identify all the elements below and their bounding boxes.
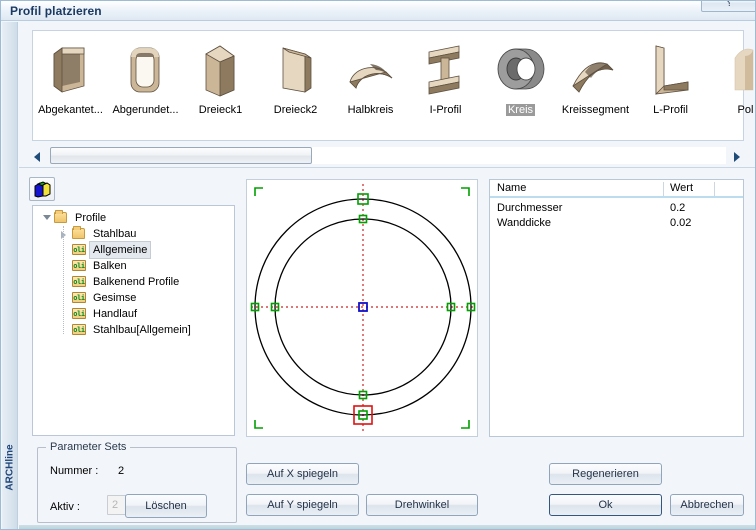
nummer-label: Nummer : bbox=[50, 465, 99, 477]
l-angle-profile-icon bbox=[640, 38, 702, 100]
gallery-item-dreieck1[interactable]: Dreieck1 bbox=[183, 31, 258, 140]
gallery-item-label: Pol bbox=[737, 104, 754, 116]
column-divider[interactable] bbox=[663, 182, 664, 196]
expander-spacer bbox=[57, 290, 71, 306]
property-name: Durchmesser bbox=[497, 202, 563, 214]
gallery-item-pol[interactable]: Pol bbox=[708, 31, 756, 140]
ok-button[interactable]: Ok bbox=[549, 494, 662, 516]
cancel-button[interactable]: Abbrechen bbox=[670, 494, 744, 516]
property-grid[interactable]: Name Wert Durchmesser 0.2 Wanddicke 0.02 bbox=[489, 179, 744, 437]
brand-strip: ARCHline bbox=[2, 22, 18, 529]
gallery-item-abgekantet[interactable]: Abgekantet... bbox=[33, 31, 108, 140]
expander-closed-icon[interactable] bbox=[57, 226, 71, 242]
expander-spacer bbox=[57, 274, 71, 290]
profile-preview-drawing bbox=[250, 184, 476, 432]
i-beam-profile-icon bbox=[415, 38, 477, 100]
profile-icon: oli bbox=[72, 292, 86, 303]
profile-icon: oli bbox=[72, 260, 86, 271]
semicircle-profile-icon bbox=[340, 38, 402, 100]
gallery-item-label: L-Profil bbox=[653, 104, 688, 116]
tree-item-label: Balken bbox=[93, 260, 127, 272]
expander-spacer bbox=[57, 306, 71, 322]
gallery-item-kreis[interactable]: Kreis bbox=[483, 31, 558, 140]
profile-gallery-strip: Abgekantet... Abgerundet... Dreieck1 Dreiec… bbox=[33, 31, 753, 140]
scrollbar-thumb[interactable] bbox=[50, 147, 312, 164]
tree-item-label: Stahlbau bbox=[93, 228, 137, 240]
tree-item-label: Handlauf bbox=[93, 308, 138, 320]
expander-spacer bbox=[57, 242, 71, 258]
gallery-item-label: Halbkreis bbox=[347, 104, 394, 116]
gallery-item-label: Dreieck2 bbox=[273, 104, 318, 116]
gallery-item-label: Kreis bbox=[505, 104, 536, 116]
property-row[interactable]: Wanddicke 0.02 bbox=[490, 217, 743, 232]
tree-item-label: Profile bbox=[75, 212, 107, 224]
triangle2-profile-icon bbox=[265, 38, 327, 100]
profile-tree[interactable]: Profile Stahlbau oli Allgemeine oli Balken oli… bbox=[32, 205, 235, 436]
gallery-item-label: Kreissegment bbox=[561, 104, 630, 116]
library-button[interactable] bbox=[29, 177, 55, 201]
circle-segment-profile-icon bbox=[565, 38, 627, 100]
gallery-item-label: Abgerundet... bbox=[112, 104, 179, 116]
scroll-right-arrow-icon[interactable] bbox=[730, 149, 744, 163]
expander-spacer bbox=[57, 258, 71, 274]
property-name: Wanddicke bbox=[497, 217, 552, 229]
gallery-item-i-profil[interactable]: I-Profil bbox=[408, 31, 483, 140]
gallery-item-dreieck2[interactable]: Dreieck2 bbox=[258, 31, 333, 140]
tree-item-label: Allgemeine bbox=[88, 241, 152, 259]
profil-platzieren-dialog: Profil platzieren ⸮ ARCHline Abgekantet.… bbox=[0, 0, 756, 530]
section-divider bbox=[19, 167, 755, 168]
gallery-item-halbkreis[interactable]: Halbkreis bbox=[333, 31, 408, 140]
expander-open-icon[interactable] bbox=[39, 210, 53, 226]
circle-tube-profile-icon bbox=[490, 38, 552, 100]
gallery-item-abgerundet[interactable]: Abgerundet... bbox=[108, 31, 183, 140]
folder-icon bbox=[71, 226, 87, 241]
profile-icon: oli bbox=[72, 308, 86, 319]
nummer-value: 2 bbox=[118, 465, 125, 477]
folder-icon bbox=[53, 210, 69, 225]
profile-icon: oli bbox=[72, 244, 86, 255]
window-extra-button[interactable]: ⸮ bbox=[701, 1, 755, 12]
gallery-item-label: Abgekantet... bbox=[38, 104, 103, 116]
rotation-angle-button[interactable]: Drehwinkel bbox=[366, 494, 478, 516]
expander-spacer bbox=[57, 322, 71, 338]
polygon-profile-icon bbox=[715, 38, 756, 100]
scroll-left-arrow-icon[interactable] bbox=[32, 149, 46, 163]
tree-guide-line bbox=[63, 226, 64, 334]
gallery-item-label: I-Profil bbox=[429, 104, 462, 116]
tree-item-label: Stahlbau[Allgemein] bbox=[93, 324, 191, 336]
box-chamfered-profile-icon bbox=[40, 38, 102, 100]
property-value[interactable]: 0.2 bbox=[670, 202, 685, 214]
profile-gallery[interactable]: Abgekantet... Abgerundet... Dreieck1 Dreiec… bbox=[32, 30, 753, 141]
gallery-item-l-profil[interactable]: L-Profil bbox=[633, 31, 708, 140]
profile-icon: oli bbox=[72, 276, 86, 287]
column-header-wert: Wert bbox=[670, 182, 694, 194]
title-bar: Profil platzieren bbox=[1, 1, 755, 21]
tree-item-label: Gesimse bbox=[93, 292, 137, 304]
library-books-icon bbox=[34, 181, 51, 198]
property-row[interactable]: Durchmesser 0.2 bbox=[490, 202, 743, 217]
property-value[interactable]: 0.02 bbox=[670, 217, 691, 229]
tree-item-label: Balkenend Profile bbox=[93, 276, 180, 288]
aktiv-label: Aktiv : bbox=[50, 501, 80, 513]
property-grid-header: Name Wert bbox=[490, 180, 743, 198]
mirror-x-button[interactable]: Auf X spiegeln bbox=[246, 463, 359, 485]
delete-button[interactable]: Löschen bbox=[125, 494, 207, 518]
tree-item-profile[interactable]: Profile bbox=[33, 210, 234, 226]
profile-icon: oli bbox=[72, 324, 86, 335]
box-rounded-profile-icon bbox=[115, 38, 177, 100]
profile-preview-canvas[interactable] bbox=[246, 179, 478, 437]
gallery-item-kreissegment[interactable]: Kreissegment bbox=[558, 31, 633, 140]
triangle1-profile-icon bbox=[190, 38, 252, 100]
parameter-sets-legend: Parameter Sets bbox=[46, 441, 131, 453]
column-divider[interactable] bbox=[714, 182, 715, 196]
page-title: Profil platzieren bbox=[10, 4, 102, 18]
column-header-name: Name bbox=[497, 182, 527, 194]
regenerate-button[interactable]: Regenerieren bbox=[549, 463, 662, 485]
brand-label: ARCHline bbox=[4, 444, 16, 491]
bottom-edge bbox=[19, 525, 755, 529]
mirror-y-button[interactable]: Auf Y spiegeln bbox=[246, 494, 359, 516]
gallery-scrollbar[interactable] bbox=[32, 146, 744, 166]
gallery-item-label: Dreieck1 bbox=[198, 104, 243, 116]
